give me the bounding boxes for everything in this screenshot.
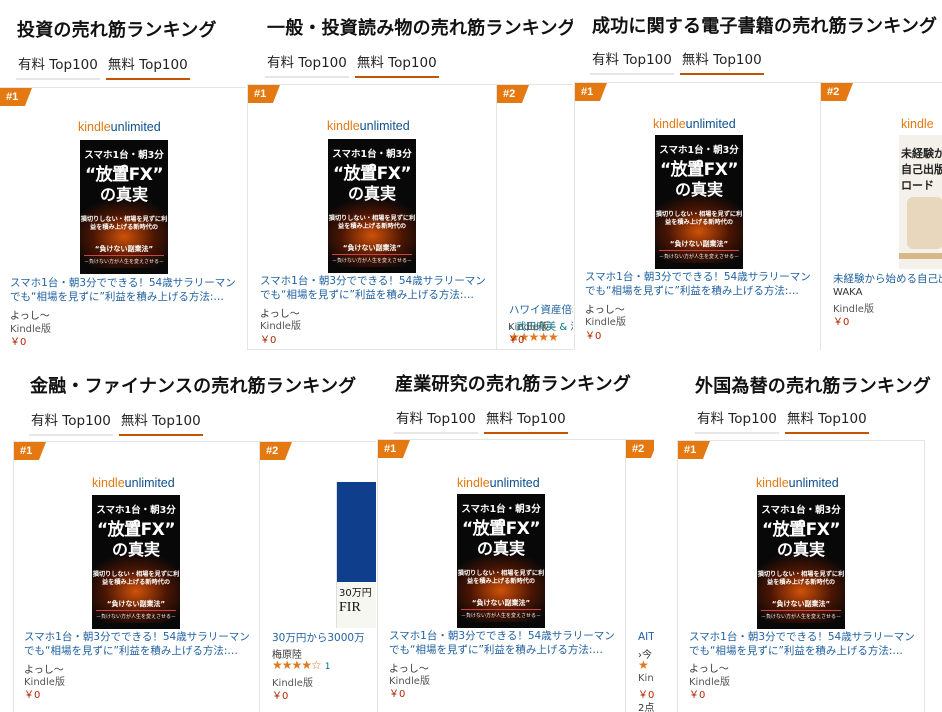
book-cover[interactable]: スマホ1台・朝3分の “放置FX” の真実 損切りしない・相場を見ずに利益を積み… xyxy=(457,494,545,628)
book-cover[interactable]: 30万円 FIR xyxy=(336,482,376,628)
book-card-rank-2[interactable]: #2 kindle 未経験から 自己出版 ロード 未経験から始める自己出版 WA… xyxy=(820,82,942,350)
ranking-section-finance: 金融・ファイナンスの売れ筋ランキング 有料 Top100 無料 Top100 #… xyxy=(0,360,376,712)
book-cover[interactable]: スマホ1台・朝3分の “放置FX” の真実 損切りしない・相場を見ずに利益を積み… xyxy=(328,139,416,273)
tab-paid-top100[interactable]: 有料 Top100 xyxy=(590,47,674,75)
tab-paid-top100[interactable]: 有料 Top100 xyxy=(265,50,349,78)
rank-badge: #2 xyxy=(821,83,853,101)
book-title-link[interactable]: スマホ1台・朝3分でできる！54歳サラリーマンでも“相場を見ずに”利益を積み上げ… xyxy=(585,270,815,298)
book-card-rank-1[interactable]: #1 kindleunlimited スマホ1台・朝3分の “放置FX” の真実… xyxy=(0,87,246,350)
rank-badge: #2 xyxy=(260,442,292,460)
ranking-tabs: 有料 Top100 無料 Top100 xyxy=(16,52,190,80)
book-format: Kindle版 xyxy=(585,317,626,328)
kindle-unlimited-logo: kindle xyxy=(901,117,934,131)
book-title-link[interactable]: AIT xyxy=(638,630,654,644)
book-price: ￥0 xyxy=(585,331,602,342)
rank-badge: #2 xyxy=(626,440,654,458)
tab-paid-top100[interactable]: 有料 Top100 xyxy=(29,408,113,436)
tab-free-top100[interactable]: 無料 Top100 xyxy=(118,408,203,436)
book-title-link[interactable]: スマホ1台・朝3分でできる！54歳サラリーマンでも“相場を見ずに”利益を積み上げ… xyxy=(389,629,621,657)
book-card-rank-1[interactable]: #1 kindleunlimited スマホ1台・朝3分の “放置FX” の真実… xyxy=(13,441,261,712)
ranking-section-investment: 投資の売れ筋ランキング 有料 Top100 無料 Top100 #1 kindl… xyxy=(0,0,246,350)
book-cover[interactable]: スマホ1台・朝3分の “放置FX” の真実 損切りしない・相場を見ずに利益を積み… xyxy=(80,140,168,274)
ranking-tabs: 有料 Top100 無料 Top100 xyxy=(29,408,203,436)
ranking-tabs: 有料 Top100 無料 Top100 xyxy=(265,50,439,78)
kindle-unlimited-logo: kindleunlimited xyxy=(457,476,540,490)
section-title: 外国為替の売れ筋ランキング xyxy=(695,376,932,397)
book-format: Kindle版 xyxy=(260,321,301,332)
tab-paid-top100[interactable]: 有料 Top100 xyxy=(695,406,779,434)
kindle-unlimited-logo: kindleunlimited xyxy=(653,117,736,131)
star-rating: ★ xyxy=(638,658,649,672)
book-price: ￥0 xyxy=(260,335,277,346)
tab-free-top100[interactable]: 無料 Top100 xyxy=(784,406,869,434)
book-card-rank-1[interactable]: #1 kindleunlimited スマホ1台・朝3分の “放置FX” の真実… xyxy=(247,84,498,350)
tab-free-top100[interactable]: 無料 Top100 xyxy=(105,52,190,80)
star-rating: ★★★★☆ 1 xyxy=(272,658,331,672)
book-cover[interactable]: スマホ1台・朝3分の “放置FX” の真実 損切りしない・相場を見ずに利益を積み… xyxy=(757,495,845,629)
more-formats: 2点 xyxy=(638,703,654,712)
book-title-link[interactable]: ハワイ資産倍増 xyxy=(509,303,573,317)
book-format: Kin xyxy=(638,673,654,684)
book-title-link[interactable]: 30万円から3000万 xyxy=(272,631,376,645)
section-title: 一般・投資読み物の売れ筋ランキング xyxy=(267,18,573,39)
book-title-link[interactable]: スマホ1台・朝3分でできる！54歳サラリーマンでも“相場を見ずに”利益を積み上げ… xyxy=(689,630,919,658)
book-title-link[interactable]: スマホ1台・朝3分でできる！54歳サラリーマンでも“相場を見ずに”利益を積み上げ… xyxy=(10,276,240,304)
book-card-rank-1[interactable]: #1 kindleunlimited スマホ1台・朝3分の “放置FX” の真実… xyxy=(677,440,925,712)
rank-badge: #1 xyxy=(0,88,32,106)
tab-free-top100[interactable]: 無料 Top100 xyxy=(483,406,568,434)
book-price-2: ￥0 xyxy=(508,335,525,346)
ranking-tabs: 有料 Top100 無料 Top100 xyxy=(695,406,869,434)
book-price: ￥0 xyxy=(272,691,289,702)
kindle-unlimited-logo: kindleunlimited xyxy=(756,476,839,490)
book-price: ￥0 xyxy=(24,690,41,701)
tab-free-top100[interactable]: 無料 Top100 xyxy=(354,50,439,78)
book-title-link[interactable]: スマホ1台・朝3分でできる！54歳サラリーマンでも“相場を見ずに”利益を積み上げ… xyxy=(260,274,492,302)
rank-badge: #1 xyxy=(575,83,607,101)
book-author: WAKA xyxy=(833,287,863,298)
ranking-section-industry-research: 産業研究の売れ筋ランキング 有料 Top100 無料 Top100 #1 kin… xyxy=(377,360,654,712)
book-cover[interactable]: スマホ1台・朝3分の “放置FX” の真実 損切りしない・相場を見ずに利益を積み… xyxy=(655,135,743,269)
section-title: 投資の売れ筋ランキング xyxy=(17,20,217,41)
rank-badge: #1 xyxy=(14,442,46,460)
book-card-rank-2[interactable]: #2 ハワイ資産倍増 › 武田麻美 & 濱田 ★★★★★ Kindle版 xyxy=(496,84,573,350)
book-cover[interactable]: 未経験から 自己出版 ロード xyxy=(899,135,942,269)
section-title: 産業研究の売れ筋ランキング xyxy=(395,374,632,395)
book-title-link[interactable]: スマホ1台・朝3分でできる！54歳サラリーマンでも“相場を見ずに”利益を積み上げ… xyxy=(24,630,254,658)
tab-free-top100[interactable]: 無料 Top100 xyxy=(679,47,764,75)
book-card-rank-1[interactable]: #1 kindleunlimited スマホ1台・朝3分の “放置FX” の真実… xyxy=(377,439,627,712)
book-price: ￥0 xyxy=(689,690,706,701)
ranking-section-general-investment: 一般・投資読み物の売れ筋ランキング 有料 Top100 無料 Top100 #1… xyxy=(247,0,573,350)
book-price: ￥0 xyxy=(833,317,850,328)
rank-badge: #1 xyxy=(248,85,280,103)
ranking-tabs: 有料 Top100 無料 Top100 xyxy=(590,47,764,75)
section-title: 成功に関する電子書籍の売れ筋ランキング xyxy=(592,16,938,37)
ranking-section-success-ebooks: 成功に関する電子書籍の売れ筋ランキング 有料 Top100 無料 Top100 … xyxy=(574,0,942,350)
book-card-rank-2[interactable]: #2 AIT ›今 ★ Kin ￥0 2点 xyxy=(625,439,654,712)
kindle-unlimited-logo: kindleunlimited xyxy=(92,476,175,490)
book-cover[interactable]: スマホ1台・朝3分の “放置FX” の真実 損切りしない・相場を見ずに利益を積み… xyxy=(92,495,180,629)
book-card-rank-2[interactable]: #2 30万円 FIR 30万円から3000万 梅原陸 ★★★★☆ 1 Kindl… xyxy=(259,441,376,712)
tab-paid-top100[interactable]: 有料 Top100 xyxy=(394,406,478,434)
rank-badge: #1 xyxy=(378,440,410,458)
kindle-unlimited-logo: kindleunlimited xyxy=(327,119,410,133)
tab-paid-top100[interactable]: 有料 Top100 xyxy=(16,52,100,80)
book-card-rank-1[interactable]: #1 kindleunlimited スマホ1台・朝3分の “放置FX” の真実… xyxy=(574,82,822,350)
ranking-tabs: 有料 Top100 無料 Top100 xyxy=(394,406,568,434)
rank-badge: #2 xyxy=(497,85,529,103)
rank-badge: #1 xyxy=(678,441,710,459)
book-title-link[interactable]: 未経験から始める自己出版 xyxy=(833,272,942,286)
ranking-section-forex: 外国為替の売れ筋ランキング 有料 Top100 無料 Top100 #1 kin… xyxy=(662,360,942,712)
book-price: ￥0 xyxy=(10,337,27,348)
kindle-unlimited-logo: kindleunlimited xyxy=(78,120,161,134)
section-title: 金融・ファイナンスの売れ筋ランキング xyxy=(30,376,357,397)
book-price: ￥0 xyxy=(389,689,406,700)
